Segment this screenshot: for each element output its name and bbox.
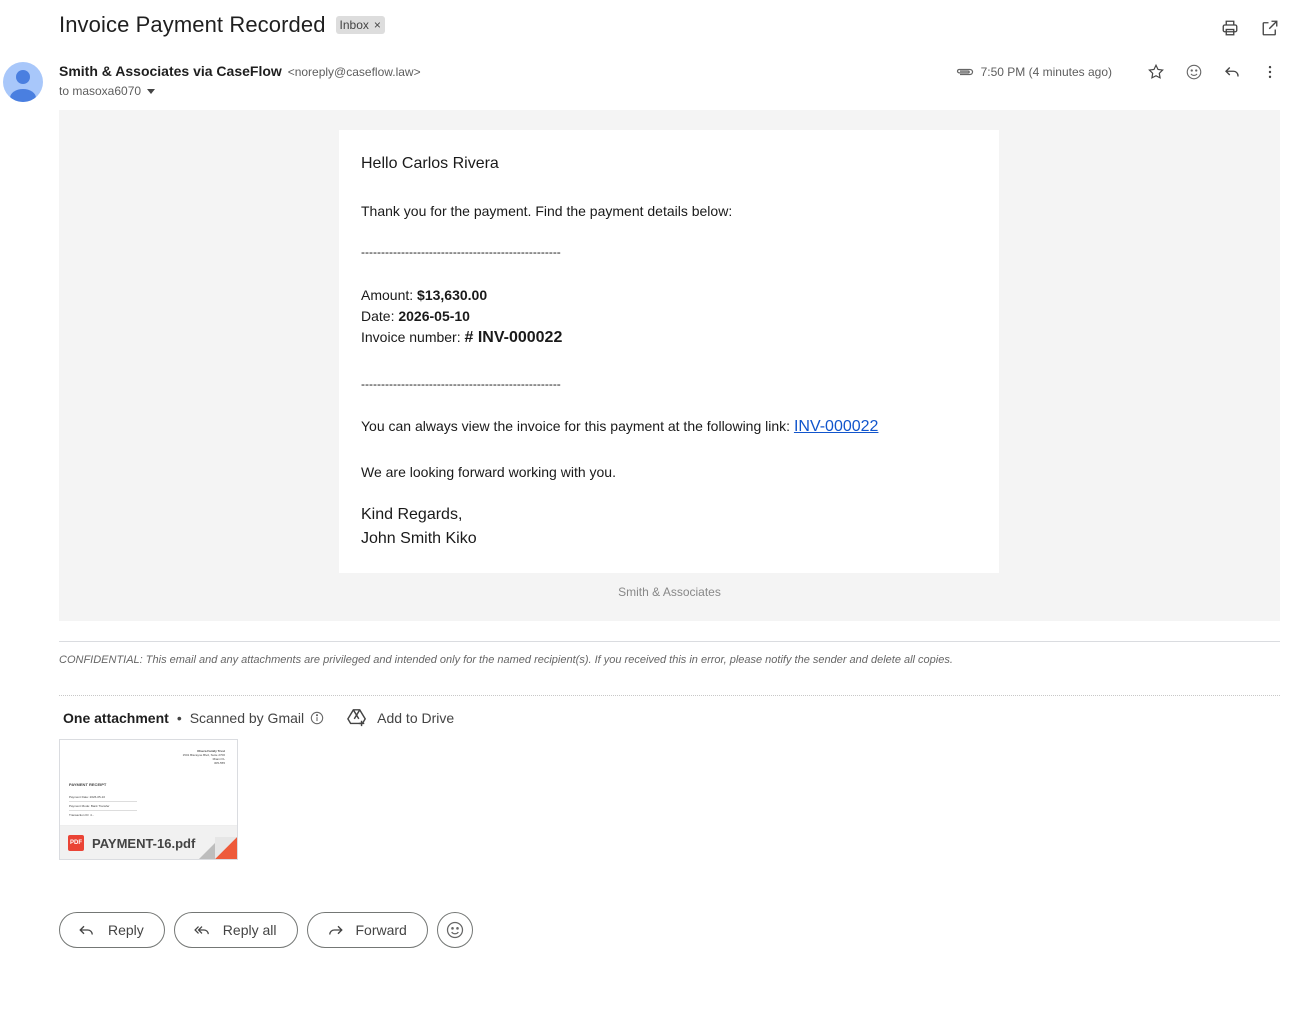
date-value: 2026-05-10 <box>398 308 470 324</box>
inbox-label-text: Inbox <box>339 18 369 32</box>
invoice-line: Invoice number: # INV-000022 <box>361 329 562 347</box>
footer-brand: Smith & Associates <box>618 585 721 599</box>
separator-dot: • <box>176 710 182 726</box>
add-to-drive-label: Add to Drive <box>377 710 455 726</box>
invoice-label: Invoice number: <box>361 329 465 345</box>
forward-label: Forward <box>355 922 407 938</box>
print-icon <box>1222 20 1238 36</box>
thumb-line3: Transaction ID: 4... <box>69 813 95 817</box>
recipient-row[interactable]: to masoxa6070 <box>59 84 156 98</box>
reply-all-button[interactable]: Reply all <box>173 912 298 948</box>
amount-value: $13,630.00 <box>417 287 488 303</box>
invoice-link-line: You can always view the invoice for this… <box>361 418 878 436</box>
reply-icon <box>1225 67 1239 77</box>
reply-button[interactable]: Reply <box>59 912 165 948</box>
separator-top: ----------------------------------------… <box>361 245 561 259</box>
more-options-button[interactable] <box>1258 60 1282 84</box>
chevron-down-icon[interactable] <box>147 88 156 94</box>
inbox-label-chip[interactable]: Inbox × <box>335 16 385 34</box>
star-button[interactable] <box>1144 60 1168 84</box>
scanned-by-gmail: Scanned by Gmail <box>189 710 305 726</box>
subject-row: Invoice Payment Recorded Inbox × <box>59 12 385 38</box>
sender-name[interactable]: Smith & Associates via CaseFlow <box>59 63 282 79</box>
attachment-count: One attachment <box>63 710 169 726</box>
confidential-notice: CONFIDENTIAL: This email and any attachm… <box>59 654 953 666</box>
closing-text: We are looking forward working with you. <box>361 464 616 480</box>
star-icon <box>1148 63 1164 79</box>
person-icon <box>10 70 36 102</box>
reply-all-icon <box>193 926 209 935</box>
regards-text: Kind Regards, <box>361 506 463 523</box>
more-vert-icon <box>1268 65 1272 79</box>
attachment-thumbnail: Rivera Family Trust 1501 Biscayne Blvd, … <box>60 740 237 826</box>
print-button[interactable] <box>1218 16 1242 40</box>
thumb-addr3: 305-555 <box>213 761 225 765</box>
email-card: Hello Carlos Rivera Thank you for the pa… <box>339 130 999 573</box>
reply-icon-button[interactable] <box>1220 60 1244 84</box>
emoji-reaction-button[interactable] <box>436 912 473 948</box>
separator-bottom: ----------------------------------------… <box>361 377 561 391</box>
reply-actions: Reply Reply all Forward <box>59 912 473 948</box>
date-label: Date: <box>361 308 399 324</box>
invoice-link-text: You can always view the invoice for this… <box>361 418 794 434</box>
sender-email: <noreply@caseflow.law> <box>287 65 421 79</box>
attachment-card[interactable]: Rivera Family Trust 1501 Biscayne Blvd, … <box>59 739 238 860</box>
thumb-rule1 <box>69 801 137 802</box>
forward-button[interactable]: Forward <box>306 912 428 948</box>
emoji-icon <box>446 921 463 939</box>
email-body-background: Hello Carlos Rivera Thank you for the pa… <box>59 110 1280 621</box>
attachment-file-name: PAYMENT-16.pdf <box>92 835 196 851</box>
add-to-drive-icon <box>347 709 367 727</box>
attachment-clip-icon <box>956 68 973 76</box>
intro-text: Thank you for the payment. Find the paym… <box>361 203 733 219</box>
thumb-rule2 <box>69 810 137 811</box>
open-new-window-button[interactable] <box>1258 16 1282 40</box>
invoice-link[interactable]: INV-000022 <box>794 418 879 435</box>
sender-row: Smith & Associates via CaseFlow <noreply… <box>59 63 421 79</box>
date-line: Date: 2026-05-10 <box>361 308 470 324</box>
emoji-icon <box>1186 64 1202 80</box>
add-to-drive-button[interactable]: Add to Drive <box>346 708 454 728</box>
reply-icon <box>79 925 93 935</box>
open-in-new-icon <box>1262 20 1278 36</box>
signature-text: John Smith Kiko <box>361 530 477 547</box>
forward-icon <box>328 925 343 935</box>
meta-row: 7:50 PM (4 minutes ago) <box>955 60 1282 84</box>
thumb-title: PAYMENT RECEIPT <box>69 782 107 787</box>
invoice-value: # INV-000022 <box>464 329 563 346</box>
info-icon[interactable] <box>310 711 324 725</box>
page-fold-icon <box>199 837 237 859</box>
thumb-line2: Payment Mode: Bank Transfer <box>69 804 110 808</box>
email-subject: Invoice Payment Recorded <box>59 12 326 37</box>
amount-label: Amount: <box>361 287 418 303</box>
email-timestamp: 7:50 PM (4 minutes ago) <box>980 65 1112 79</box>
top-actions <box>1218 16 1282 40</box>
reply-label: Reply <box>108 922 144 938</box>
sender-avatar[interactable] <box>3 62 43 102</box>
emoji-react-button[interactable] <box>1182 60 1206 84</box>
greeting: Hello Carlos Rivera <box>361 155 499 172</box>
thumb-line1: Payment Date: 2026-05-10 <box>69 795 106 799</box>
attachments-header: One attachment • Scanned by Gmail Add to… <box>63 708 454 728</box>
recipient-text: to masoxa6070 <box>59 84 142 98</box>
divider-bottom <box>59 695 1280 696</box>
pdf-file-icon: PDF <box>68 835 84 851</box>
divider-top <box>59 641 1280 642</box>
remove-label-icon[interactable]: × <box>374 18 381 32</box>
amount-line: Amount: $13,630.00 <box>361 287 487 303</box>
reply-all-label: Reply all <box>222 922 277 938</box>
